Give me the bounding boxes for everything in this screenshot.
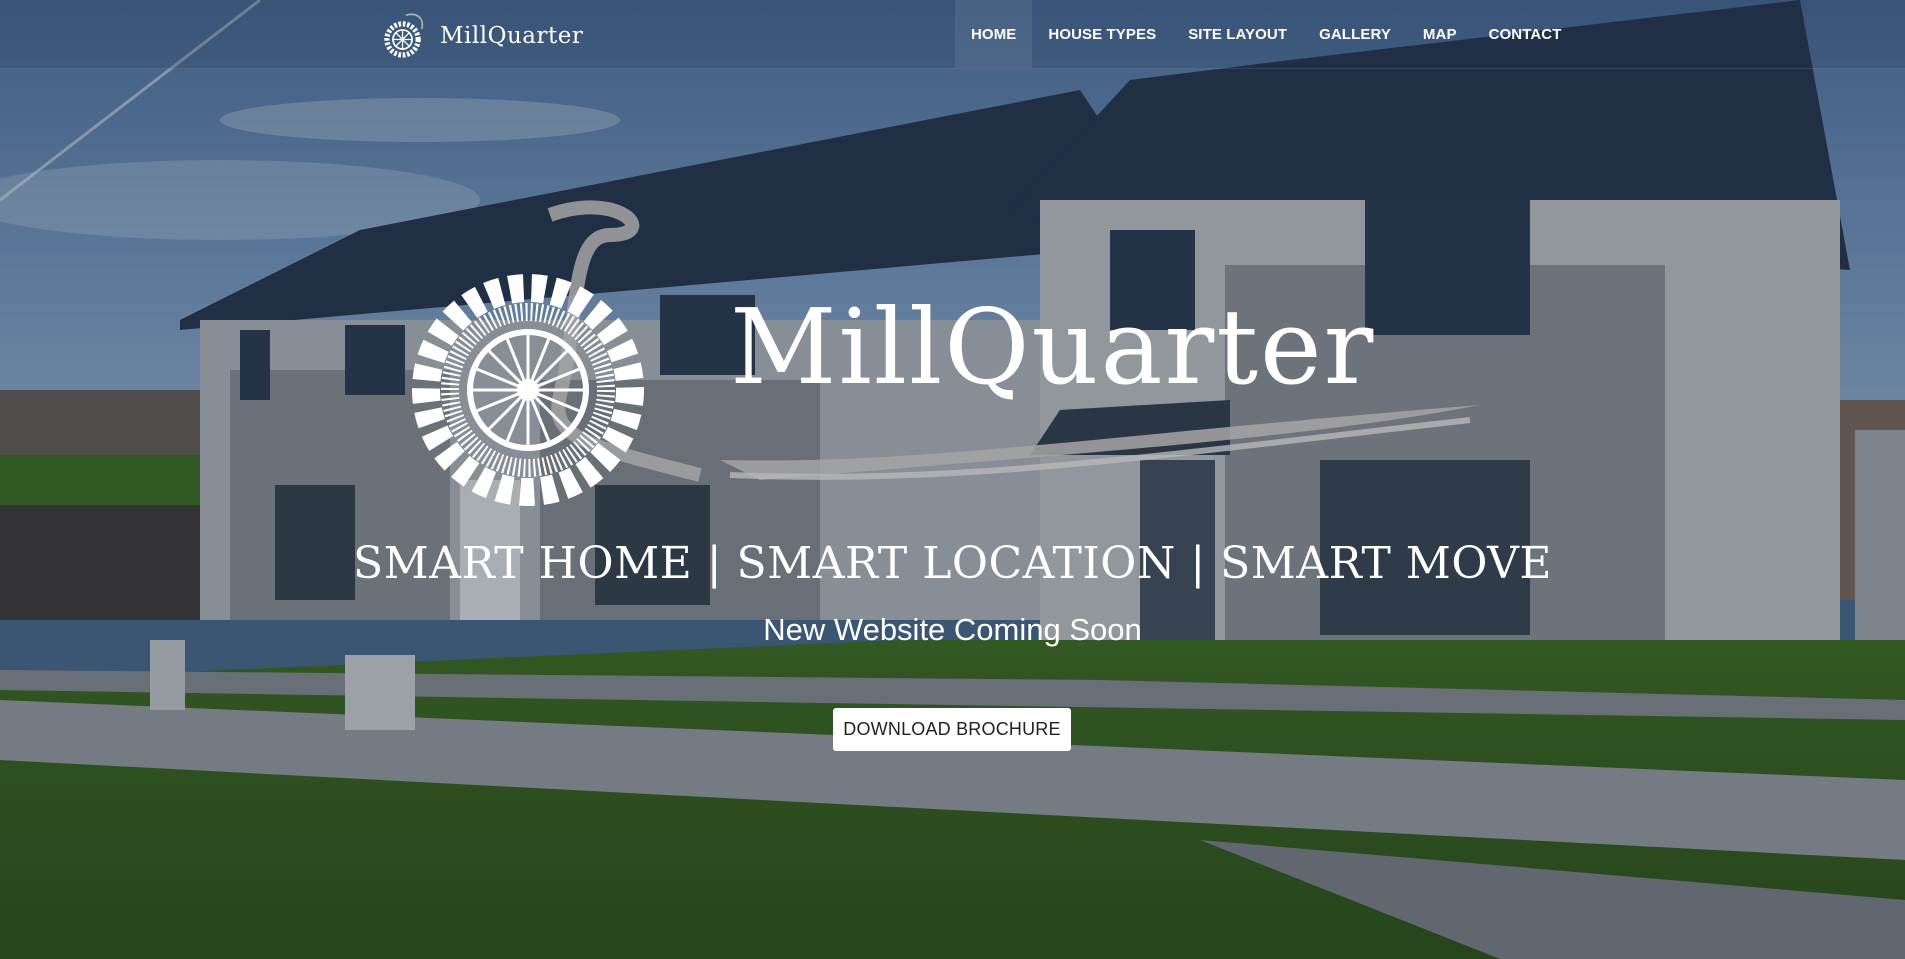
water-wheel-icon [412,274,644,506]
nav-item-contact[interactable]: CONTACT [1473,0,1578,68]
water-wheel-icon [384,13,424,58]
download-brochure-button[interactable]: DOWNLOAD BROCHURE [833,708,1071,751]
nav-item-house-types[interactable]: HOUSE TYPES [1032,0,1172,68]
top-navigation-bar: MillQuarter HOME HOUSE TYPES SITE LAYOUT… [0,0,1905,69]
brand-name: MillQuarter [440,23,584,49]
nav-item-home[interactable]: HOME [955,0,1033,68]
hero-subtitle: New Website Coming Soon [763,612,1142,647]
brand-logo[interactable]: MillQuarter [380,8,620,64]
main-nav: HOME HOUSE TYPES SITE LAYOUT GALLERY MAP… [955,0,1577,68]
nav-item-map[interactable]: MAP [1407,0,1473,68]
logo-swoosh-bottom [720,405,1480,480]
nav-item-gallery[interactable]: GALLERY [1303,0,1407,68]
hero-wordmark: MillQuarter [730,286,1376,408]
hero-tagline: SMART HOME | SMART LOCATION | SMART MOVE [352,538,1553,589]
nav-item-site-layout[interactable]: SITE LAYOUT [1172,0,1303,68]
